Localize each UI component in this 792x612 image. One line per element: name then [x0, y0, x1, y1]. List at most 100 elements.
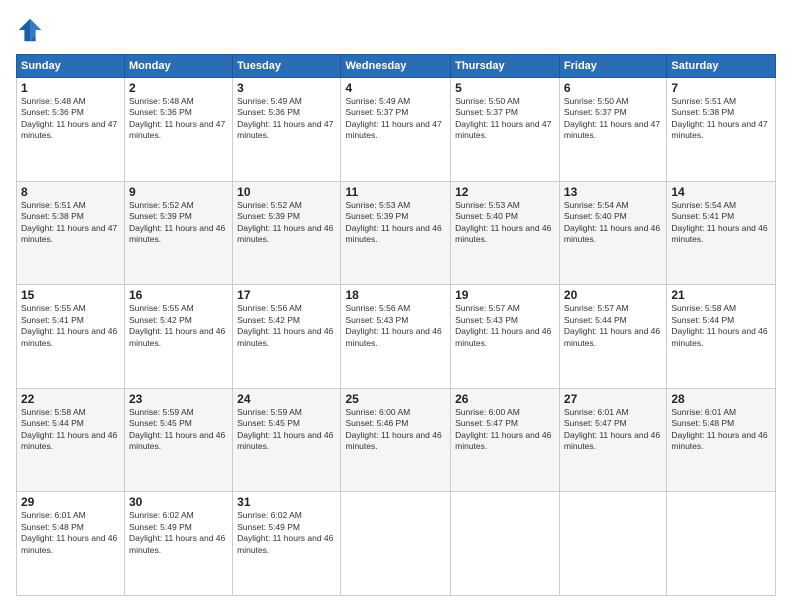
day-number: 19 [455, 288, 555, 302]
calendar-header-tuesday: Tuesday [233, 55, 341, 78]
logo-icon [16, 16, 44, 44]
day-number: 10 [237, 185, 336, 199]
day-info: Sunrise: 6:00 AMSunset: 5:46 PMDaylight:… [345, 407, 441, 451]
day-info: Sunrise: 5:56 AMSunset: 5:42 PMDaylight:… [237, 303, 333, 347]
calendar-cell: 19 Sunrise: 5:57 AMSunset: 5:43 PMDaylig… [451, 285, 560, 389]
day-info: Sunrise: 5:53 AMSunset: 5:39 PMDaylight:… [345, 200, 441, 244]
day-number: 8 [21, 185, 120, 199]
calendar-cell: 1 Sunrise: 5:48 AMSunset: 5:36 PMDayligh… [17, 78, 125, 182]
calendar-cell: 22 Sunrise: 5:58 AMSunset: 5:44 PMDaylig… [17, 388, 125, 492]
calendar-cell: 20 Sunrise: 5:57 AMSunset: 5:44 PMDaylig… [559, 285, 666, 389]
day-number: 5 [455, 81, 555, 95]
day-number: 28 [671, 392, 771, 406]
day-number: 2 [129, 81, 228, 95]
calendar-cell: 23 Sunrise: 5:59 AMSunset: 5:45 PMDaylig… [125, 388, 233, 492]
day-number: 9 [129, 185, 228, 199]
day-info: Sunrise: 5:56 AMSunset: 5:43 PMDaylight:… [345, 303, 441, 347]
calendar-cell: 9 Sunrise: 5:52 AMSunset: 5:39 PMDayligh… [125, 181, 233, 285]
page: SundayMondayTuesdayWednesdayThursdayFrid… [0, 0, 792, 612]
calendar-cell: 15 Sunrise: 5:55 AMSunset: 5:41 PMDaylig… [17, 285, 125, 389]
day-info: Sunrise: 5:59 AMSunset: 5:45 PMDaylight:… [129, 407, 225, 451]
day-info: Sunrise: 5:48 AMSunset: 5:36 PMDaylight:… [21, 96, 117, 140]
day-info: Sunrise: 5:53 AMSunset: 5:40 PMDaylight:… [455, 200, 551, 244]
day-info: Sunrise: 5:52 AMSunset: 5:39 PMDaylight:… [129, 200, 225, 244]
calendar-week-2: 8 Sunrise: 5:51 AMSunset: 5:38 PMDayligh… [17, 181, 776, 285]
day-info: Sunrise: 5:52 AMSunset: 5:39 PMDaylight:… [237, 200, 333, 244]
day-info: Sunrise: 5:55 AMSunset: 5:42 PMDaylight:… [129, 303, 225, 347]
calendar-cell: 28 Sunrise: 6:01 AMSunset: 5:48 PMDaylig… [667, 388, 776, 492]
calendar-header-wednesday: Wednesday [341, 55, 451, 78]
day-number: 29 [21, 495, 120, 509]
day-number: 11 [345, 185, 446, 199]
calendar: SundayMondayTuesdayWednesdayThursdayFrid… [16, 54, 776, 596]
calendar-header-row: SundayMondayTuesdayWednesdayThursdayFrid… [17, 55, 776, 78]
day-number: 16 [129, 288, 228, 302]
calendar-cell: 7 Sunrise: 5:51 AMSunset: 5:38 PMDayligh… [667, 78, 776, 182]
calendar-cell: 4 Sunrise: 5:49 AMSunset: 5:37 PMDayligh… [341, 78, 451, 182]
day-info: Sunrise: 6:00 AMSunset: 5:47 PMDaylight:… [455, 407, 551, 451]
day-info: Sunrise: 5:49 AMSunset: 5:36 PMDaylight:… [237, 96, 333, 140]
day-number: 6 [564, 81, 662, 95]
day-number: 7 [671, 81, 771, 95]
day-number: 4 [345, 81, 446, 95]
calendar-header-monday: Monday [125, 55, 233, 78]
day-info: Sunrise: 6:02 AMSunset: 5:49 PMDaylight:… [129, 510, 225, 554]
calendar-header-saturday: Saturday [667, 55, 776, 78]
day-number: 27 [564, 392, 662, 406]
calendar-cell: 21 Sunrise: 5:58 AMSunset: 5:44 PMDaylig… [667, 285, 776, 389]
day-number: 18 [345, 288, 446, 302]
day-info: Sunrise: 5:48 AMSunset: 5:36 PMDaylight:… [129, 96, 225, 140]
day-number: 13 [564, 185, 662, 199]
day-number: 31 [237, 495, 336, 509]
day-info: Sunrise: 5:54 AMSunset: 5:41 PMDaylight:… [671, 200, 767, 244]
calendar-cell: 14 Sunrise: 5:54 AMSunset: 5:41 PMDaylig… [667, 181, 776, 285]
day-info: Sunrise: 5:57 AMSunset: 5:43 PMDaylight:… [455, 303, 551, 347]
day-number: 21 [671, 288, 771, 302]
calendar-cell: 26 Sunrise: 6:00 AMSunset: 5:47 PMDaylig… [451, 388, 560, 492]
day-number: 14 [671, 185, 771, 199]
day-info: Sunrise: 5:54 AMSunset: 5:40 PMDaylight:… [564, 200, 660, 244]
calendar-cell: 24 Sunrise: 5:59 AMSunset: 5:45 PMDaylig… [233, 388, 341, 492]
calendar-week-3: 15 Sunrise: 5:55 AMSunset: 5:41 PMDaylig… [17, 285, 776, 389]
calendar-cell: 29 Sunrise: 6:01 AMSunset: 5:48 PMDaylig… [17, 492, 125, 596]
calendar-cell: 12 Sunrise: 5:53 AMSunset: 5:40 PMDaylig… [451, 181, 560, 285]
day-info: Sunrise: 5:57 AMSunset: 5:44 PMDaylight:… [564, 303, 660, 347]
calendar-cell: 11 Sunrise: 5:53 AMSunset: 5:39 PMDaylig… [341, 181, 451, 285]
logo [16, 16, 48, 44]
calendar-week-5: 29 Sunrise: 6:01 AMSunset: 5:48 PMDaylig… [17, 492, 776, 596]
day-info: Sunrise: 5:58 AMSunset: 5:44 PMDaylight:… [21, 407, 117, 451]
calendar-cell: 25 Sunrise: 6:00 AMSunset: 5:46 PMDaylig… [341, 388, 451, 492]
calendar-cell: 3 Sunrise: 5:49 AMSunset: 5:36 PMDayligh… [233, 78, 341, 182]
day-info: Sunrise: 5:50 AMSunset: 5:37 PMDaylight:… [564, 96, 660, 140]
day-number: 30 [129, 495, 228, 509]
day-number: 1 [21, 81, 120, 95]
calendar-cell [559, 492, 666, 596]
calendar-cell: 10 Sunrise: 5:52 AMSunset: 5:39 PMDaylig… [233, 181, 341, 285]
calendar-cell [667, 492, 776, 596]
calendar-cell: 5 Sunrise: 5:50 AMSunset: 5:37 PMDayligh… [451, 78, 560, 182]
calendar-cell: 17 Sunrise: 5:56 AMSunset: 5:42 PMDaylig… [233, 285, 341, 389]
day-number: 26 [455, 392, 555, 406]
day-info: Sunrise: 5:59 AMSunset: 5:45 PMDaylight:… [237, 407, 333, 451]
calendar-cell: 27 Sunrise: 6:01 AMSunset: 5:47 PMDaylig… [559, 388, 666, 492]
calendar-week-4: 22 Sunrise: 5:58 AMSunset: 5:44 PMDaylig… [17, 388, 776, 492]
day-info: Sunrise: 6:01 AMSunset: 5:47 PMDaylight:… [564, 407, 660, 451]
day-number: 20 [564, 288, 662, 302]
day-info: Sunrise: 5:50 AMSunset: 5:37 PMDaylight:… [455, 96, 551, 140]
calendar-header-sunday: Sunday [17, 55, 125, 78]
day-number: 24 [237, 392, 336, 406]
day-info: Sunrise: 5:49 AMSunset: 5:37 PMDaylight:… [345, 96, 441, 140]
day-info: Sunrise: 5:58 AMSunset: 5:44 PMDaylight:… [671, 303, 767, 347]
calendar-header-friday: Friday [559, 55, 666, 78]
day-info: Sunrise: 5:55 AMSunset: 5:41 PMDaylight:… [21, 303, 117, 347]
day-number: 3 [237, 81, 336, 95]
header [16, 16, 776, 44]
day-info: Sunrise: 5:51 AMSunset: 5:38 PMDaylight:… [21, 200, 117, 244]
day-number: 25 [345, 392, 446, 406]
day-number: 15 [21, 288, 120, 302]
day-info: Sunrise: 6:01 AMSunset: 5:48 PMDaylight:… [21, 510, 117, 554]
day-number: 23 [129, 392, 228, 406]
calendar-cell: 31 Sunrise: 6:02 AMSunset: 5:49 PMDaylig… [233, 492, 341, 596]
day-info: Sunrise: 6:01 AMSunset: 5:48 PMDaylight:… [671, 407, 767, 451]
calendar-cell: 16 Sunrise: 5:55 AMSunset: 5:42 PMDaylig… [125, 285, 233, 389]
